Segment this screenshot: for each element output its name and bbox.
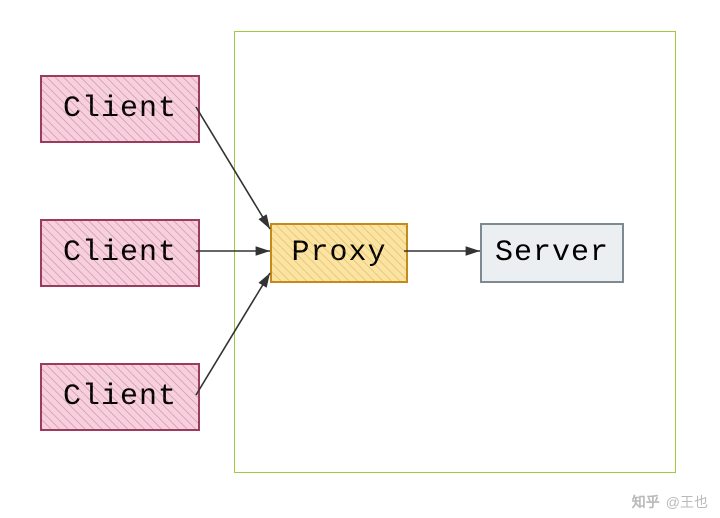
zhihu-logo-icon: 知乎 [632,492,660,512]
client-box-2: Client [40,219,200,287]
client-box-3: Client [40,363,200,431]
watermark: 知乎 @王也 [632,492,708,512]
watermark-author: @王也 [666,492,708,512]
diagram-stage: Client Client Client Proxy Server 知乎 @王也 [0,0,720,518]
proxy-box: Proxy [270,223,408,283]
client-label: Client [63,236,177,270]
client-label: Client [63,380,177,414]
proxy-label: Proxy [291,236,386,270]
server-box: Server [480,223,624,283]
client-label: Client [63,92,177,126]
server-label: Server [495,236,609,270]
client-box-1: Client [40,75,200,143]
